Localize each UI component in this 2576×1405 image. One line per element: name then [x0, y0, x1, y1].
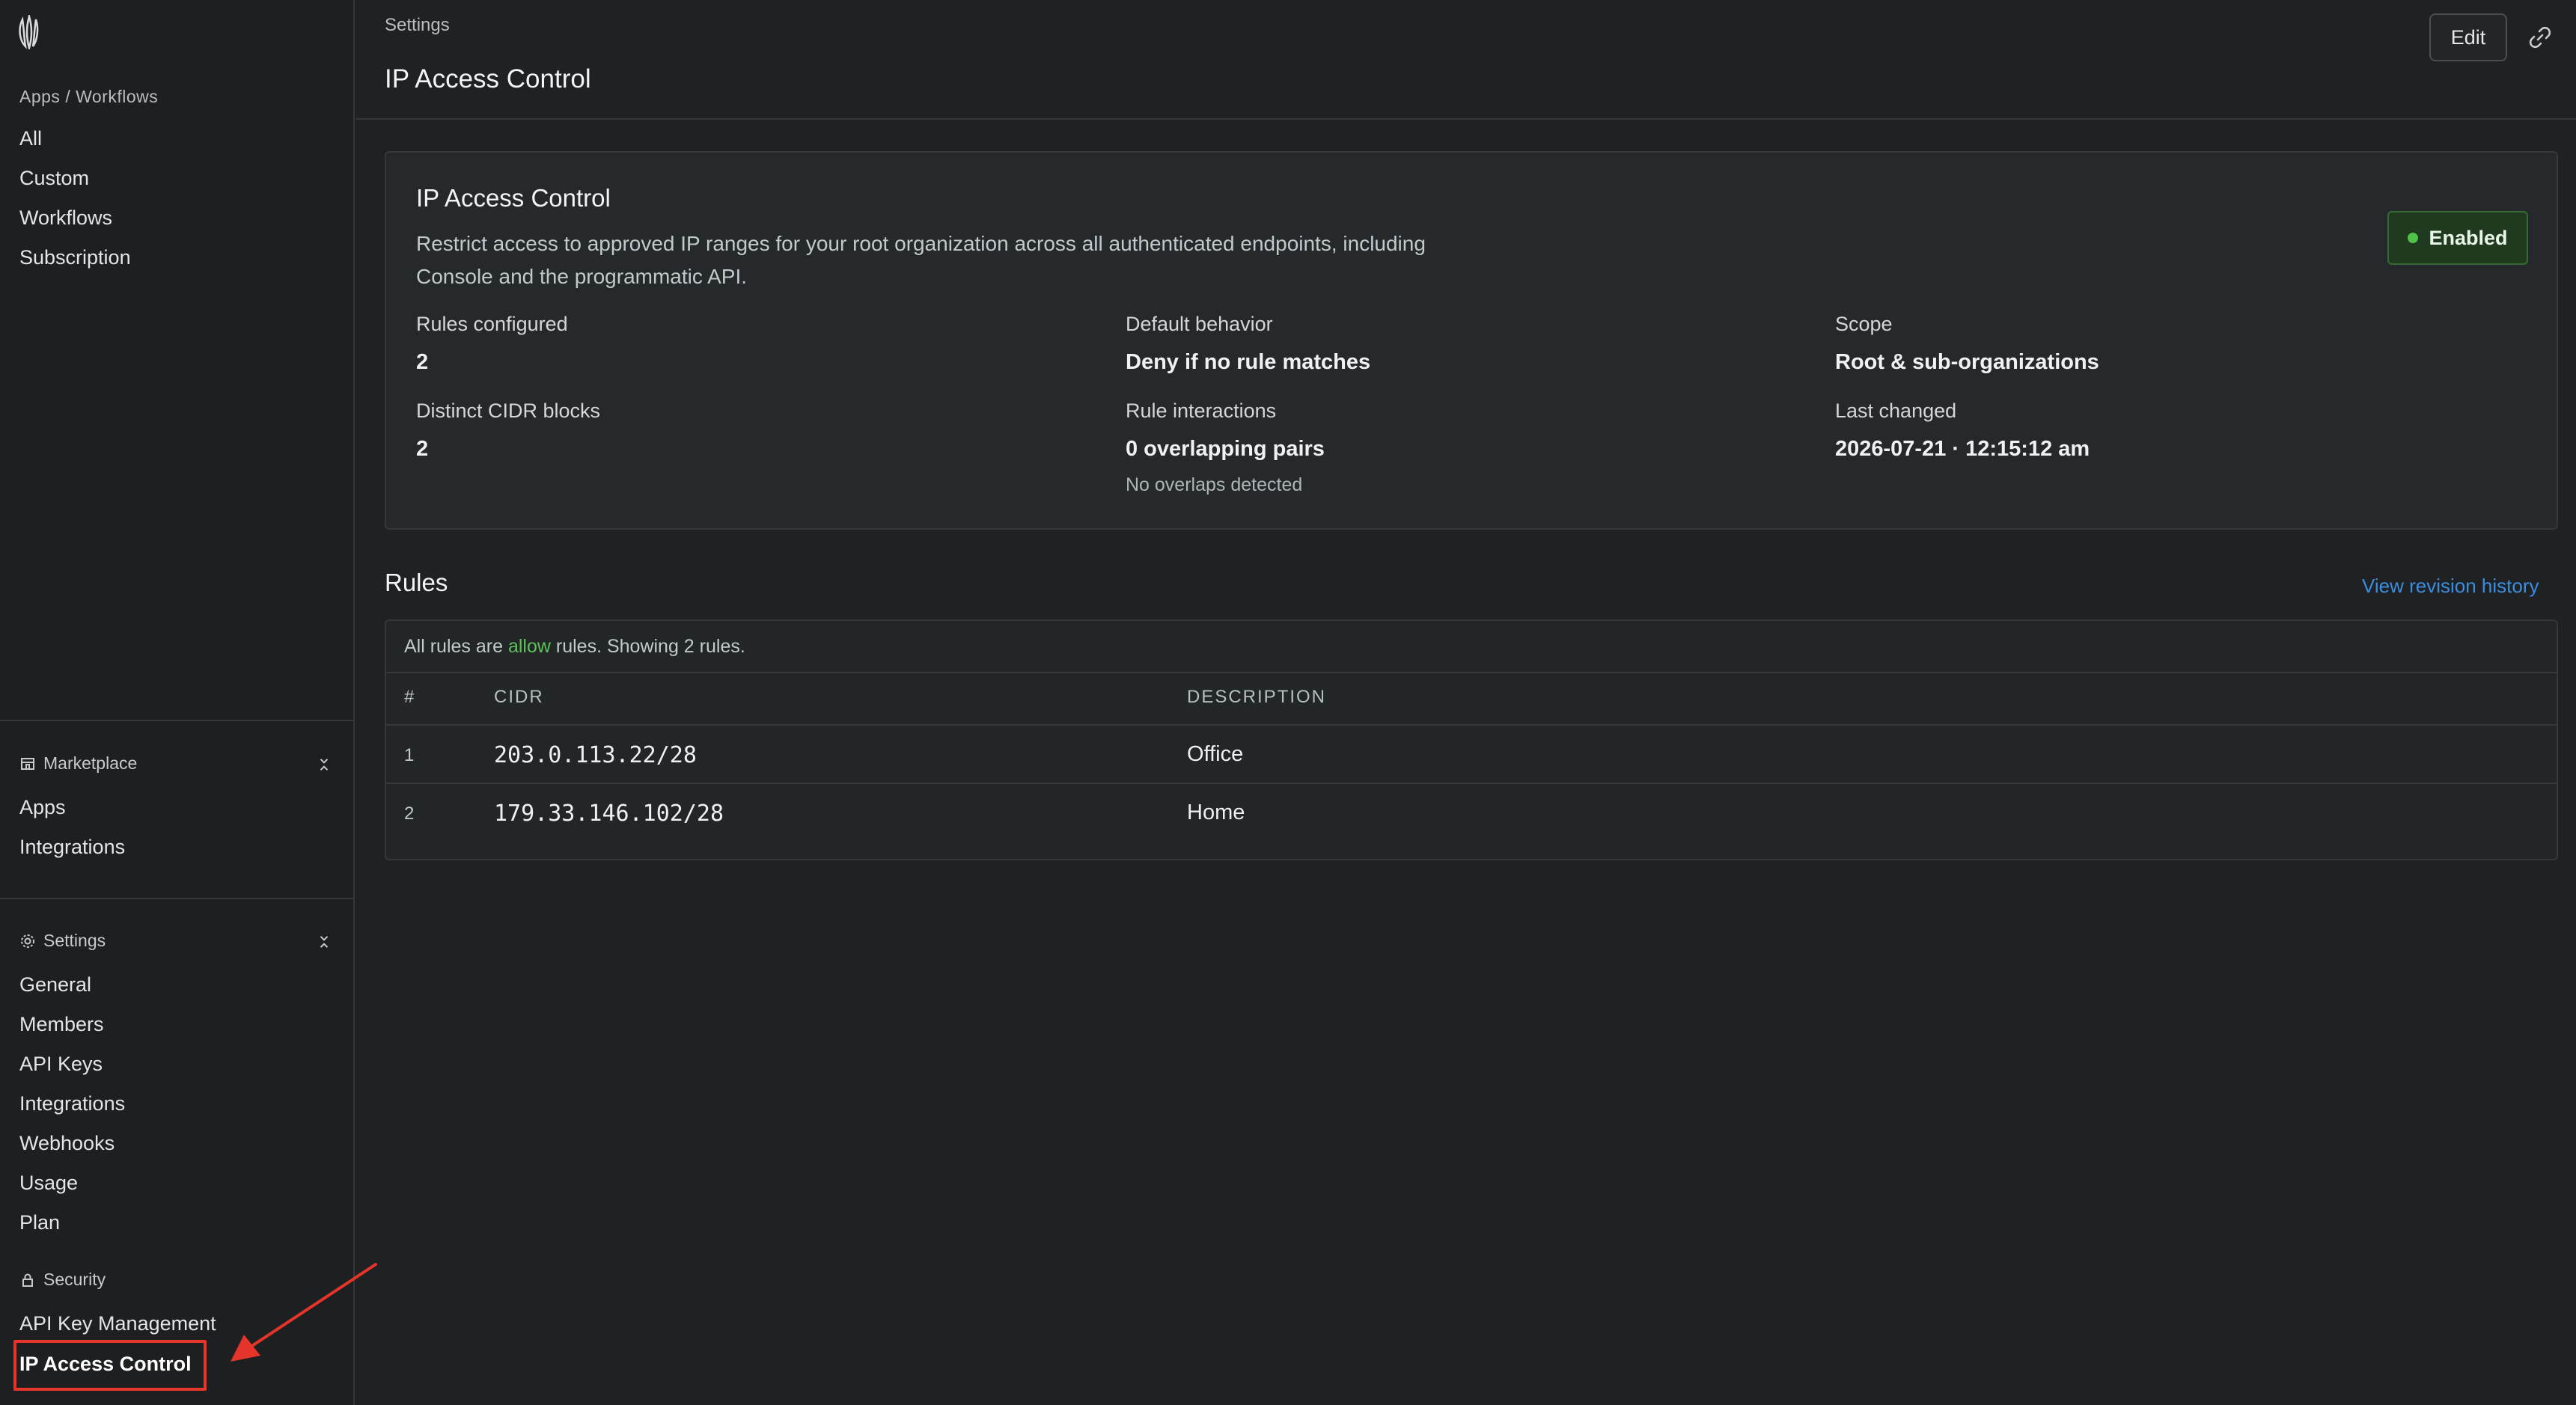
breadcrumb[interactable]: Settings	[385, 15, 450, 36]
row-cidr: 179.33.146.102/28	[494, 801, 724, 827]
rules-heading: Rules	[385, 569, 448, 596]
logo-icon[interactable]	[16, 15, 42, 49]
link-icon[interactable]	[2525, 22, 2555, 52]
rules-table: All rules are allow rules. Showing 2 rul…	[385, 619, 2558, 860]
marketplace-section-header: Marketplace	[19, 753, 137, 774]
rules-note-suffix: rules. Showing 2 rules.	[550, 636, 745, 657]
storefront-icon	[21, 757, 34, 770]
collapse-icon	[320, 936, 329, 948]
sidebar-item-api-keys[interactable]: API Keys	[19, 1053, 103, 1076]
sidebar-item-integrations[interactable]: Integrations	[19, 1092, 125, 1115]
row-number: 2	[404, 803, 415, 824]
rules-note-prefix: All rules are	[404, 636, 508, 657]
rules-configured-label: Rules configured	[416, 313, 568, 335]
sidebar-item-marketplace-apps[interactable]: Apps	[19, 796, 66, 819]
rule-interactions-value: 0 overlapping pairs	[1126, 437, 1325, 461]
header-divider	[356, 118, 2576, 120]
edit-button[interactable]: Edit	[2429, 13, 2507, 61]
security-section-title: Security	[43, 1270, 106, 1289]
rule-interactions-label: Rule interactions	[1126, 400, 1277, 422]
table-divider	[386, 783, 2557, 784]
scope-label: Scope	[1835, 313, 1893, 335]
sidebar-item-general[interactable]: General	[19, 973, 91, 997]
sidebar-item-all[interactable]: All	[19, 127, 42, 150]
ip-access-summary-card: IP Access Control Restrict access to app…	[385, 151, 2558, 530]
rules-configured-value: 2	[416, 350, 429, 374]
sidebar-item-marketplace-integrations[interactable]: Integrations	[19, 836, 125, 859]
apps-workflows-heading: Apps / Workflows	[19, 87, 159, 106]
row-cidr: 203.0.113.22/28	[494, 742, 697, 768]
card-description: Restrict access to approved IP ranges fo…	[416, 232, 1426, 288]
default-behavior-value: Deny if no rule matches	[1126, 350, 1371, 374]
sidebar-item-webhooks[interactable]: Webhooks	[19, 1132, 115, 1155]
table-divider	[386, 672, 2557, 673]
lock-icon	[22, 1273, 33, 1287]
sidebar-divider	[0, 898, 355, 899]
column-header-num: #	[404, 687, 416, 707]
column-header-cidr: CIDR	[494, 687, 544, 707]
sidebar-item-members[interactable]: Members	[19, 1013, 104, 1036]
card-title: IP Access Control	[416, 184, 611, 212]
view-revision-history-link[interactable]: View revision history	[2362, 575, 2539, 598]
row-number: 1	[404, 745, 415, 765]
cidr-blocks-value: 2	[416, 437, 429, 461]
collapse-icon	[320, 759, 329, 771]
sidebar-item-plan[interactable]: Plan	[19, 1211, 60, 1234]
sidebar-item-subscription[interactable]: Subscription	[19, 246, 131, 269]
rule-interactions-note: No overlaps detected	[1126, 474, 1303, 495]
scope-value: Root & sub-organizations	[1835, 350, 2099, 374]
settings-section-title: Settings	[43, 931, 106, 950]
main-content: Settings IP Access Control Edit IP Acces…	[356, 0, 2576, 1405]
sidebar-item-workflows[interactable]: Workflows	[19, 206, 112, 230]
last-changed-value: 2026-07-21 · 12:15:12 am	[1835, 437, 2090, 461]
rules-summary-note: All rules are allow rules. Showing 2 rul…	[404, 636, 745, 658]
app-window: Apps / Workflows All Custom Workflows Su…	[0, 0, 2576, 1405]
sidebar: Apps / Workflows All Custom Workflows Su…	[0, 0, 355, 1405]
sidebar-item-usage[interactable]: Usage	[19, 1172, 78, 1195]
settings-section-header: Settings	[19, 931, 106, 951]
status-badge-label: Enabled	[2429, 226, 2508, 249]
row-description: Office	[1187, 742, 1244, 766]
cidr-blocks-label: Distinct CIDR blocks	[416, 400, 601, 422]
row-description: Home	[1187, 801, 1245, 824]
annotation-highlight-box	[13, 1340, 207, 1391]
page-title: IP Access Control	[385, 64, 591, 94]
table-divider	[386, 724, 2557, 726]
last-changed-label: Last changed	[1835, 400, 1957, 422]
gear-icon	[21, 934, 34, 948]
default-behavior-label: Default behavior	[1126, 313, 1273, 335]
marketplace-section-title: Marketplace	[43, 753, 138, 773]
sidebar-item-api-key-management[interactable]: API Key Management	[19, 1312, 216, 1335]
marketplace-collapse-button[interactable]	[314, 753, 334, 776]
rules-note-allow: allow	[507, 636, 551, 657]
status-badge: Enabled	[2387, 211, 2528, 265]
settings-collapse-button[interactable]	[314, 931, 334, 953]
sidebar-divider	[0, 720, 355, 721]
security-section-header: Security	[19, 1270, 106, 1290]
status-dot-icon	[2408, 233, 2419, 243]
sidebar-item-custom[interactable]: Custom	[19, 167, 89, 190]
column-header-description: DESCRIPTION	[1187, 687, 1327, 707]
